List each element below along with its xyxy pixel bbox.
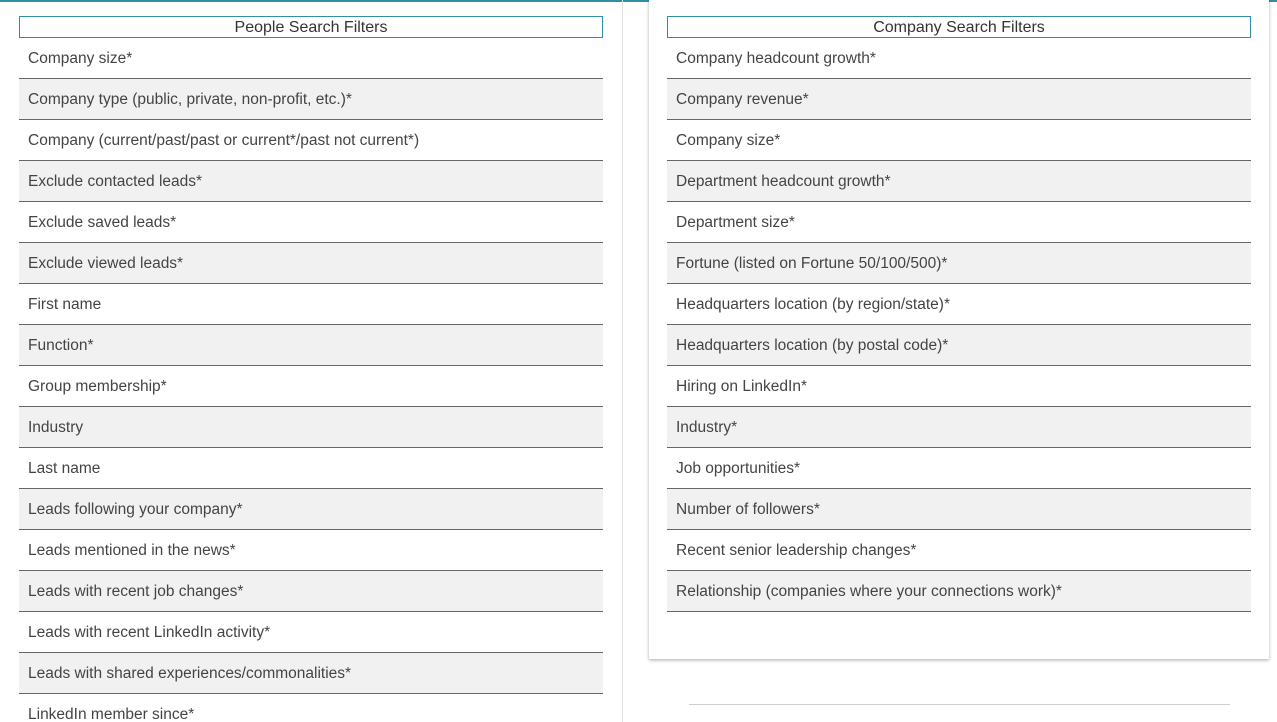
filter-row: Department size*: [667, 202, 1251, 243]
filter-row: Exclude viewed leads*: [19, 243, 603, 284]
filter-row: Company type (public, private, non-profi…: [19, 79, 603, 120]
filter-row: Company size*: [667, 120, 1251, 161]
company-filters-list: Company headcount growth* Company revenue…: [667, 38, 1251, 612]
filter-row: Company revenue*: [667, 79, 1251, 120]
filter-row: Exclude contacted leads*: [19, 161, 603, 202]
filter-row: Exclude saved leads*: [19, 202, 603, 243]
filter-row: Company size*: [19, 38, 603, 79]
filter-row: Leads following your company*: [19, 489, 603, 530]
company-search-filters-table: Company Search Filters Company headcount…: [667, 16, 1251, 612]
filter-row: Recent senior leadership changes*: [667, 530, 1251, 571]
filter-row: Industry: [19, 407, 603, 448]
filter-row: Industry*: [667, 407, 1251, 448]
filter-row: LinkedIn member since*: [19, 694, 603, 722]
filter-row: Headquarters location (by region/state)*: [667, 284, 1251, 325]
filter-row: Headquarters location (by postal code)*: [667, 325, 1251, 366]
filter-row: Leads mentioned in the news*: [19, 530, 603, 571]
filter-row: Leads with recent job changes*: [19, 571, 603, 612]
filter-row: Last name: [19, 448, 603, 489]
filter-row: Leads with recent LinkedIn activity*: [19, 612, 603, 653]
filter-row: Function*: [19, 325, 603, 366]
company-filters-title: Company Search Filters: [667, 16, 1251, 38]
people-filters-title: People Search Filters: [19, 16, 603, 38]
filter-row: Leads with shared experiences/commonalit…: [19, 653, 603, 694]
bottom-divider: [689, 704, 1230, 705]
filter-row: Company (current/past/past or current*/p…: [19, 120, 603, 161]
filter-row: Group membership*: [19, 366, 603, 407]
filter-row: Hiring on LinkedIn*: [667, 366, 1251, 407]
filter-row: Relationship (companies where your conne…: [667, 571, 1251, 612]
filter-row: First name: [19, 284, 603, 325]
company-filters-card: Company Search Filters Company headcount…: [649, 0, 1269, 659]
column-divider: [622, 0, 623, 722]
filter-row: Company headcount growth*: [667, 38, 1251, 79]
filter-row: Fortune (listed on Fortune 50/100/500)*: [667, 243, 1251, 284]
filter-row: Job opportunities*: [667, 448, 1251, 489]
people-filters-list: Company size* Company type (public, priva…: [19, 38, 603, 722]
filter-row: Department headcount growth*: [667, 161, 1251, 202]
people-search-filters-table: People Search Filters Company size* Compa…: [19, 16, 603, 722]
page: People Search Filters Company size* Compa…: [0, 0, 1277, 722]
filter-row: Number of followers*: [667, 489, 1251, 530]
